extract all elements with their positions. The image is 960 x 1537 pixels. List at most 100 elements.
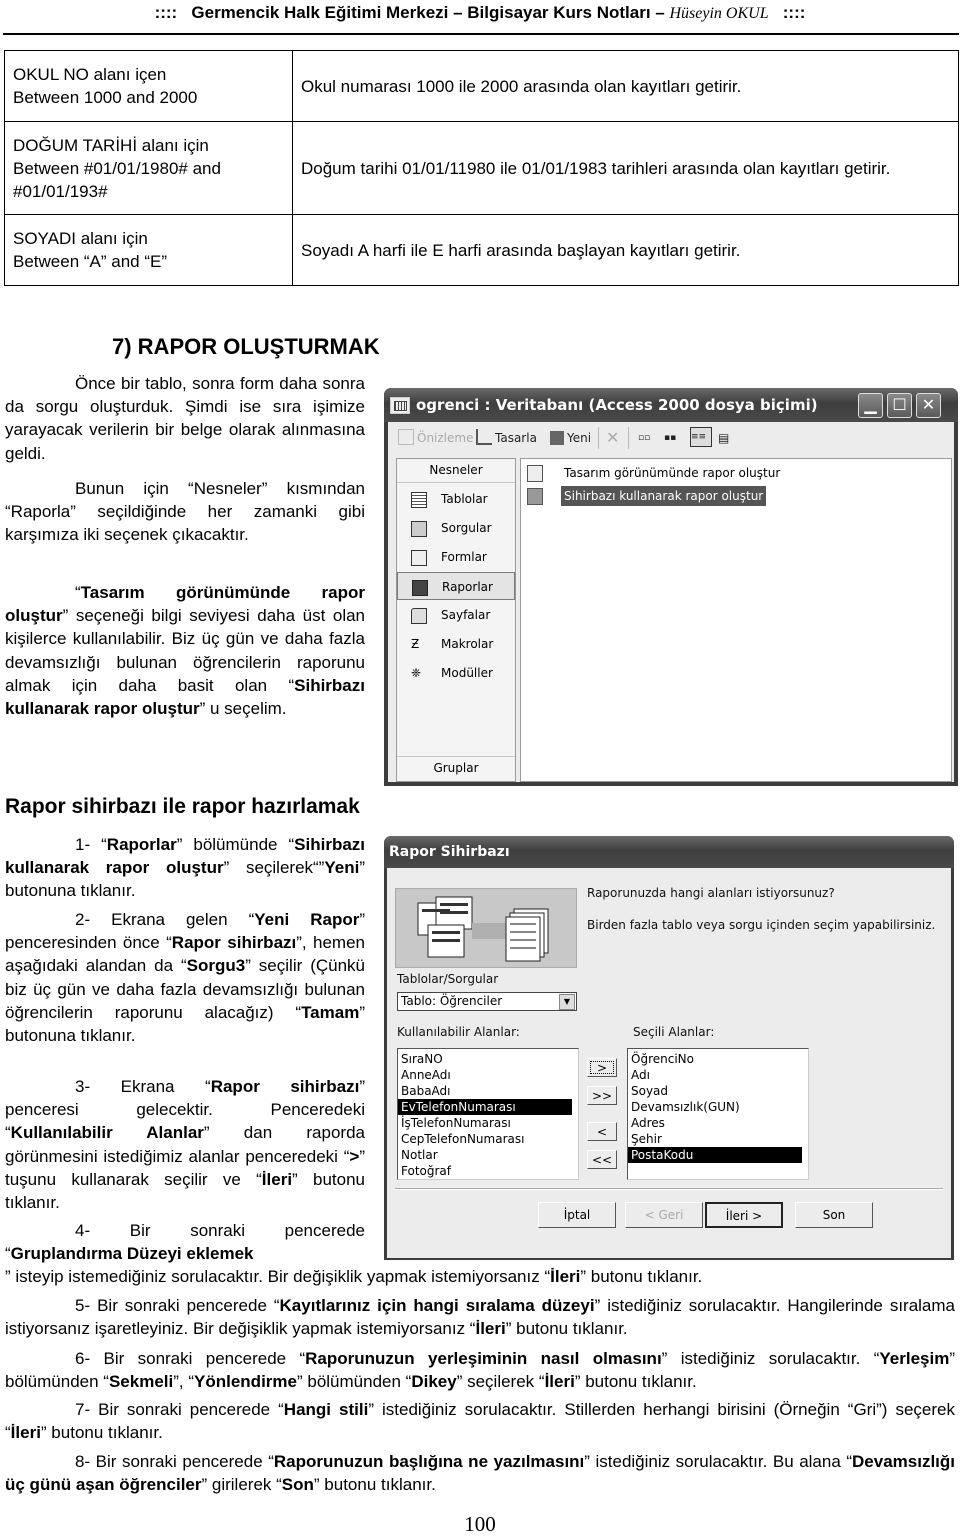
field-item[interactable]: Adres xyxy=(628,1115,802,1131)
finish-button[interactable]: Son xyxy=(795,1202,873,1228)
details-view-button[interactable]: ▤ xyxy=(718,429,729,447)
object-modules[interactable]: ❈ Modüller xyxy=(397,659,515,687)
paragraph-text: Önce bir tablo, sonra form daha sonra da… xyxy=(5,374,365,463)
object-label: Sorgular xyxy=(441,521,492,535)
bold-term: > xyxy=(349,1146,360,1166)
criterion-cell: OKUL NO alanı içen Between 1000 and 2000 xyxy=(4,50,293,122)
objects-list: Tasarım görünümünde rapor oluştur Sihirb… xyxy=(520,458,952,782)
report-icon xyxy=(412,580,428,596)
database-icon xyxy=(390,397,410,414)
step-text: ” butonu tıklanır. xyxy=(580,1267,703,1286)
page-header: :::: Germencik Halk Eğitimi Merkezi – Bi… xyxy=(0,0,960,30)
maximize-button[interactable]: ☐ xyxy=(887,393,912,418)
object-macros[interactable]: Ƶ Makrolar xyxy=(397,630,515,658)
button-label: Önizleme xyxy=(417,431,474,445)
step-text: ”, “ xyxy=(173,1372,195,1392)
step-text: ” bölümünde “ xyxy=(176,835,295,854)
field-item[interactable]: CepTelefonNumarası xyxy=(398,1131,572,1147)
field-item[interactable]: ÖğrenciNo xyxy=(628,1051,802,1067)
step-text: 7- Bir sonraki pencerede “ xyxy=(75,1400,284,1419)
object-label: Formlar xyxy=(441,550,487,564)
bold-term: Rapor sihirbazı xyxy=(171,933,297,953)
object-reports[interactable]: Raporlar xyxy=(397,572,515,600)
report-design-icon xyxy=(527,465,543,482)
field-item[interactable]: SıraNO xyxy=(398,1051,572,1067)
minimize-button[interactable]: ▁ xyxy=(858,393,883,418)
step-text: ” butonu tıklanır. xyxy=(574,1372,697,1392)
back-button[interactable]: < Geri xyxy=(625,1202,703,1228)
close-button[interactable]: ✕ xyxy=(916,393,941,418)
new-button[interactable]: Yeni xyxy=(550,429,591,447)
preview-button[interactable]: Önizleme xyxy=(398,429,473,447)
field-item-selected[interactable]: EvTelefonNumarası xyxy=(398,1099,572,1115)
step-text: 6- Bir sonraki pencerede “ xyxy=(75,1349,306,1368)
section7-paragraph-3: “Tasarım görünümünde rapor oluştur” seçe… xyxy=(5,581,365,720)
step-8: 8- Bir sonraki pencerede “Raporunuzun ba… xyxy=(5,1450,955,1496)
dialog-titlebar[interactable]: Rapor Sihirbazı xyxy=(384,836,954,868)
next-button[interactable]: İleri > xyxy=(705,1202,783,1228)
step-text: ” isteyip istemediğiniz sorulacaktır. Bi… xyxy=(5,1267,551,1286)
description-cell: Doğum tarihi 01/01/11980 ile 01/01/1983 … xyxy=(292,121,959,215)
criterion-text: DOĞUM TARİHİ alanı için xyxy=(13,135,209,155)
window-body: Önizleme Tasarla Yeni ✕ ▫▫ ▪▪ ≡≡ ▤ Nesne… xyxy=(388,422,954,782)
tables-queries-select[interactable]: Tablo: Öğrenciler ▼ xyxy=(397,992,577,1011)
delete-button[interactable]: ✕ xyxy=(606,429,619,447)
groups-header[interactable]: Gruplar xyxy=(397,756,515,780)
objects-header[interactable]: Nesneler xyxy=(397,459,515,483)
field-item-selected[interactable]: PostaKodu xyxy=(628,1147,802,1163)
bold-term: İleri xyxy=(544,1372,575,1392)
report-wizard-dialog: Rapor Sihirbazı Raporunuzda hangi alanla… xyxy=(384,836,954,1260)
window-titlebar[interactable]: ogrenci : Veritabanı (Access 2000 dosya … xyxy=(384,388,958,422)
wizard-illustration xyxy=(395,888,577,968)
field-item[interactable]: İşTelefonNumarası xyxy=(398,1115,572,1131)
field-item[interactable]: AnneAdı xyxy=(398,1067,572,1083)
step-text: ” butonu tıklanır. xyxy=(40,1423,163,1443)
query-icon xyxy=(411,521,427,537)
window-title: ogrenci : Veritabanı (Access 2000 dosya … xyxy=(416,396,818,414)
step-6: 6- Bir sonraki pencerede “Raporunuzun ye… xyxy=(5,1347,955,1393)
step-7: 7- Bir sonraki pencerede “Hangi stili” i… xyxy=(5,1398,955,1444)
object-queries[interactable]: Sorgular xyxy=(397,514,515,542)
dialog-title: Rapor Sihirbazı xyxy=(389,844,510,860)
list-item-label: Tasarım görünümünde rapor oluştur xyxy=(564,466,781,480)
cancel-button[interactable]: İptal xyxy=(538,1202,616,1228)
large-icons-button[interactable]: ▫▫ xyxy=(638,429,650,447)
bold-term: İleri xyxy=(475,1319,506,1339)
step-1: 1- “Raporlar” bölümünde “Sihirbazı kulla… xyxy=(5,833,365,903)
wizard-hint: Birden fazla tablo veya sorgu içinden se… xyxy=(587,918,936,932)
bold-term: Sekmeli xyxy=(108,1372,174,1392)
object-tables[interactable]: Tablolar xyxy=(397,485,515,513)
object-pages[interactable]: Sayfalar xyxy=(397,601,515,629)
object-forms[interactable]: Formlar xyxy=(397,543,515,571)
add-field-button[interactable]: > xyxy=(587,1058,617,1077)
tables-queries-label: Tablolar/Sorgular xyxy=(397,972,499,986)
bold-term: Gruplandırma Düzeyi eklemek xyxy=(10,1244,254,1264)
step-text: ” seçilerek“” xyxy=(223,858,325,878)
table-row: OKUL NO alanı içen Between 1000 and 2000… xyxy=(4,50,959,122)
step-text: ” istediğiniz sorulacaktır. “ xyxy=(661,1349,880,1368)
design-button[interactable]: Tasarla xyxy=(476,429,537,447)
add-all-fields-button[interactable]: >> xyxy=(587,1086,617,1105)
selected-fields-label: Seçili Alanlar: xyxy=(633,1025,715,1039)
list-view-button[interactable]: ≡≡ xyxy=(690,427,712,447)
field-item[interactable]: Fotoğraf xyxy=(398,1163,572,1179)
step-4-continued: ” isteyip istemediğiniz sorulacaktır. Bi… xyxy=(5,1265,955,1288)
dropdown-arrow-icon: ▼ xyxy=(559,994,575,1010)
field-item[interactable]: Devamsızlık(GUN) xyxy=(628,1099,802,1115)
small-icons-button[interactable]: ▪▪ xyxy=(664,429,676,447)
field-item[interactable]: Şehir xyxy=(628,1131,802,1147)
table-icon xyxy=(411,492,427,508)
field-item[interactable]: Notlar xyxy=(398,1147,572,1163)
field-item[interactable]: Soyad xyxy=(628,1083,802,1099)
criterion-text: #01/01/193# xyxy=(13,181,108,201)
available-fields-list[interactable]: SıraNO AnneAdı BabaAdı EvTelefonNumarası… xyxy=(397,1048,579,1180)
header-suffix: :::: xyxy=(782,3,806,22)
remove-field-button[interactable]: < xyxy=(587,1122,617,1141)
field-item[interactable]: BabaAdı xyxy=(398,1083,572,1099)
remove-all-fields-button[interactable]: << xyxy=(587,1150,617,1169)
selected-fields-list[interactable]: ÖğrenciNo Adı Soyad Devamsızlık(GUN) Adr… xyxy=(627,1048,809,1180)
criterion-cell: DOĞUM TARİHİ alanı için Between #01/01/1… xyxy=(4,121,293,215)
field-item[interactable]: Adı xyxy=(628,1067,802,1083)
object-label: Raporlar xyxy=(442,580,493,594)
section7-paragraph-1: Önce bir tablo, sonra form daha sonra da… xyxy=(5,372,365,465)
